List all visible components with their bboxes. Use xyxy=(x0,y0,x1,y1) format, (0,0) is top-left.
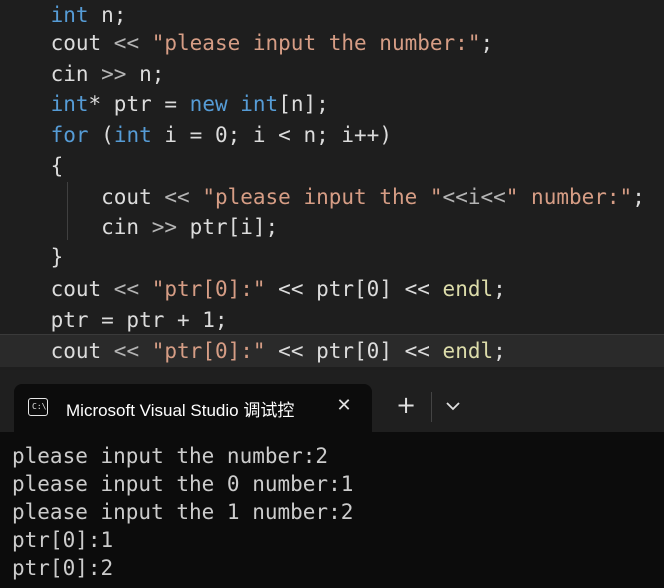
code-token: int xyxy=(50,3,89,27)
output-line: ptr[0]:1 xyxy=(12,528,114,552)
code-token: { xyxy=(0,154,64,178)
code-token: int xyxy=(113,123,152,147)
code-token: >> xyxy=(101,62,127,86)
code-token: i = 0; i < n; i++) xyxy=(151,123,392,147)
code-token: for xyxy=(50,123,89,147)
code-line: ptr = ptr + 1; xyxy=(0,305,228,335)
code-line: cout << "please input the number:"; xyxy=(0,28,494,58)
code-token: <<i<< xyxy=(442,185,506,209)
code-token: cout xyxy=(0,277,114,301)
code-token: } xyxy=(0,245,64,269)
code-token: " number:" xyxy=(505,185,633,209)
code-token: >> xyxy=(151,215,178,239)
code-line: int* ptr = new int[n]; xyxy=(0,89,329,119)
chevron-down-icon[interactable] xyxy=(440,392,466,420)
code-token: ; xyxy=(632,185,645,209)
output-line: please input the 1 number:2 xyxy=(12,500,354,524)
code-token: new xyxy=(189,92,228,116)
tab-title: Microsoft Visual Studio 调试控 xyxy=(66,401,295,420)
code-token: ( xyxy=(88,123,114,147)
code-token: "ptr[0]:" xyxy=(139,339,266,363)
code-token: cout xyxy=(0,339,114,363)
code-line: cin >> ptr[i]; xyxy=(0,212,278,242)
code-token: << xyxy=(113,339,140,363)
code-token: << xyxy=(164,185,190,209)
code-token: ; xyxy=(480,31,494,55)
code-token: "ptr[0]:" xyxy=(139,277,266,301)
output-line: ptr[0]:2 xyxy=(12,556,114,580)
terminal-output[interactable]: please input the number:2 please input t… xyxy=(0,432,664,588)
code-line: int n; xyxy=(0,0,127,30)
code-token: n; xyxy=(88,3,127,27)
code-line: cin >> n; xyxy=(0,59,165,89)
code-line: } xyxy=(0,242,64,272)
close-icon[interactable]: ✕ xyxy=(332,394,356,418)
console-icon: C:\ xyxy=(28,398,48,416)
code-token: << xyxy=(113,31,140,55)
code-token: "please input the " xyxy=(189,185,443,209)
new-tab-button[interactable]: + xyxy=(392,392,420,420)
code-token: ptr = ptr + 1; xyxy=(0,308,228,332)
code-token: ; xyxy=(493,339,506,363)
code-token: endl xyxy=(442,277,494,301)
code-token: cout xyxy=(0,31,114,55)
code-line: for (int i = 0; i < n; i++) xyxy=(0,120,392,150)
code-token: * ptr = xyxy=(88,92,190,116)
output-line: please input the 0 number:1 xyxy=(12,472,354,496)
code-token: [n]; xyxy=(278,92,329,116)
code-line: cout << "please input the "<<i<<" number… xyxy=(0,182,645,212)
code-token: int xyxy=(240,92,279,116)
code-token: endl xyxy=(442,339,494,363)
tab-divider xyxy=(431,392,432,422)
code-token: ptr[i]; xyxy=(177,215,279,239)
code-token: int xyxy=(50,92,89,116)
code-token: << xyxy=(113,277,140,301)
code-line: { xyxy=(0,151,64,181)
code-token: << ptr[0] << xyxy=(265,277,443,301)
output-line: please input the number:2 xyxy=(12,444,329,468)
code-token: cin xyxy=(0,62,102,86)
code-token: << ptr[0] << xyxy=(265,339,443,363)
terminal-tab[interactable]: C:\ Microsoft Visual Studio 调试控 ✕ xyxy=(14,384,372,432)
terminal-tab-bar: C:\ Microsoft Visual Studio 调试控 ✕ + xyxy=(0,370,664,432)
code-token: cout xyxy=(0,185,165,209)
code-token: cin xyxy=(0,215,152,239)
code-editor[interactable]: int n; cout << "please input the number:… xyxy=(0,0,664,370)
code-token: ; xyxy=(493,277,506,301)
code-line: cout << "ptr[0]:" << ptr[0] << endl; xyxy=(0,274,506,304)
code-line: cout << "ptr[0]:" << ptr[0] << endl; xyxy=(0,336,506,366)
code-token: "please input the number:" xyxy=(139,31,481,55)
code-token: n; xyxy=(126,62,165,86)
